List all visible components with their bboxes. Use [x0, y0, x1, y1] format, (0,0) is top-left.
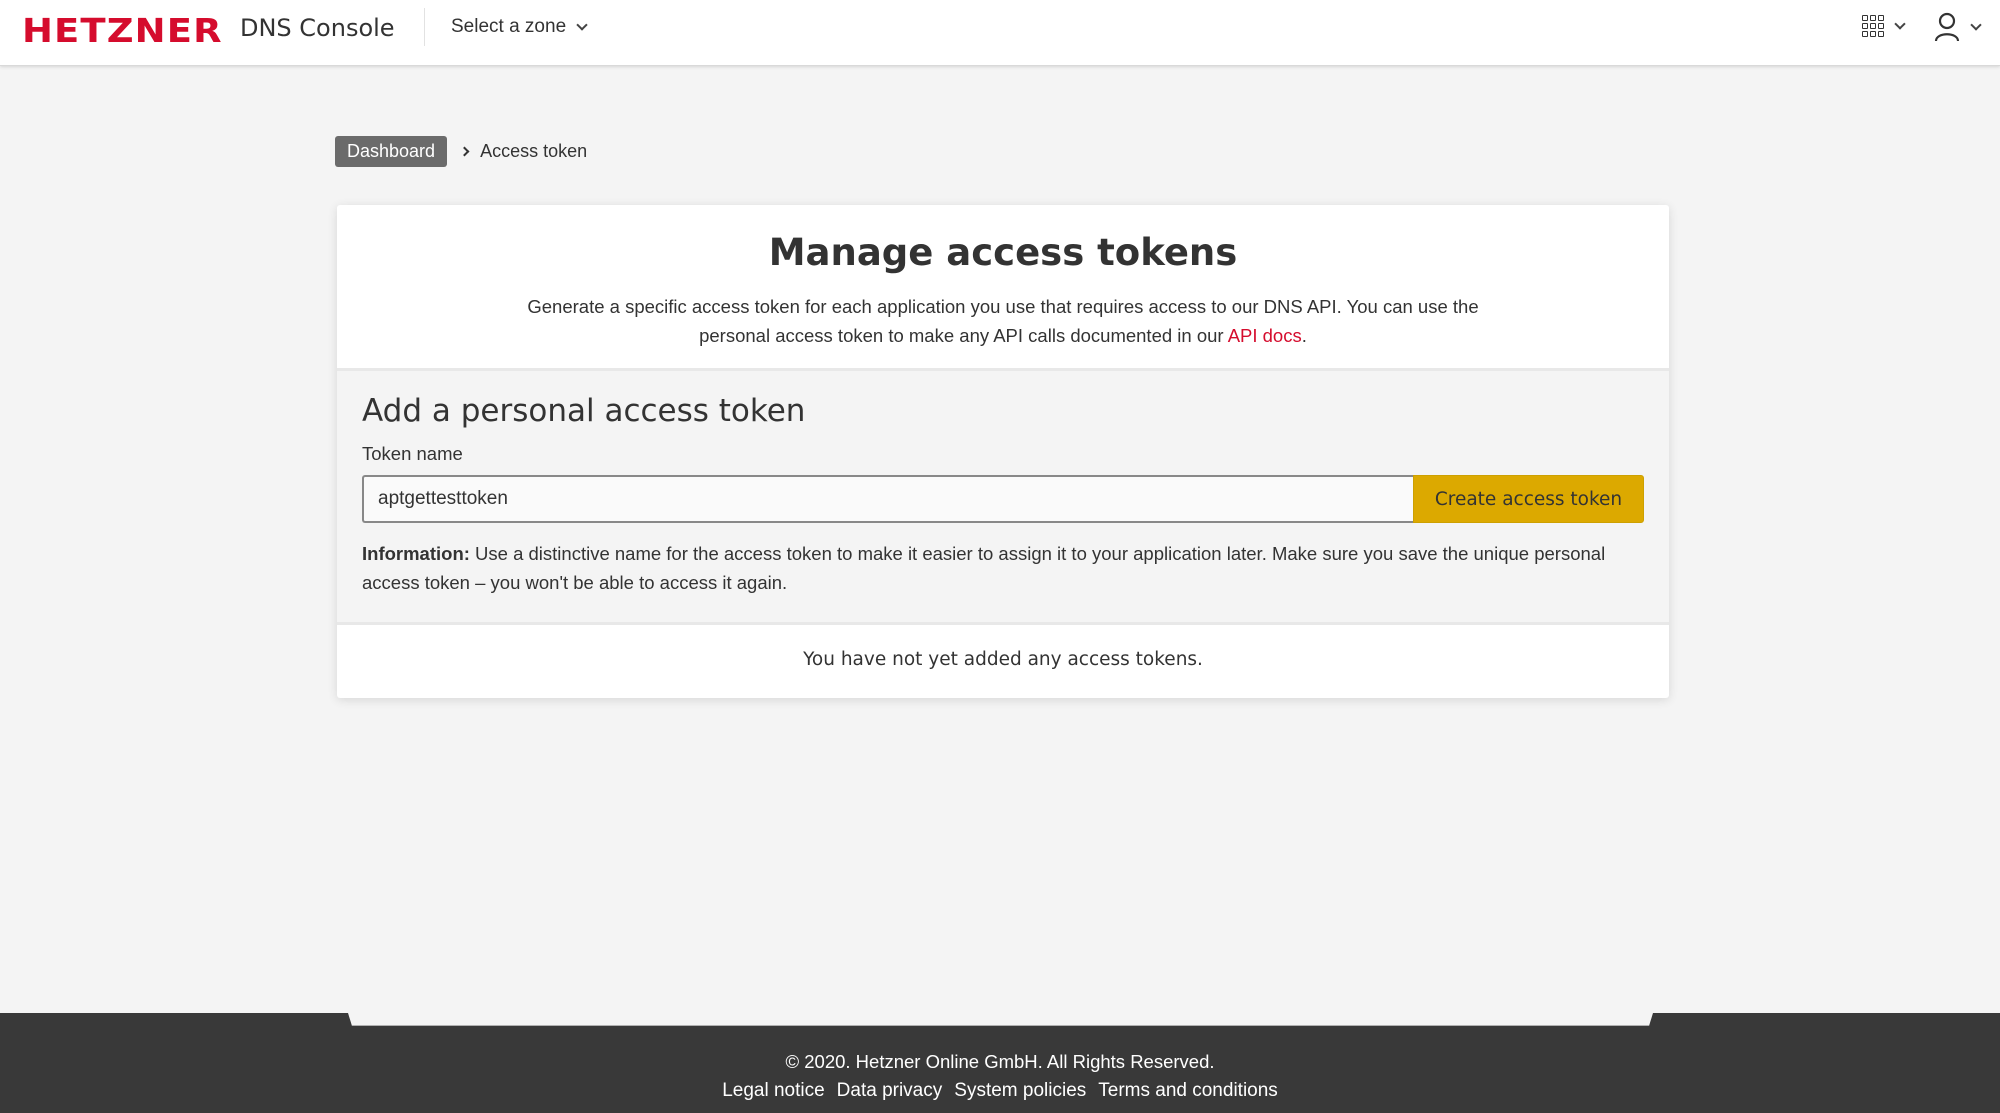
header-divider: [424, 8, 425, 46]
user-icon: [1934, 12, 1960, 42]
top-navbar: HETZNER DNS Console Select a zone: [0, 0, 2000, 66]
grid-icon: [1862, 15, 1884, 37]
card-header: Manage access tokens Generate a specific…: [337, 205, 1669, 371]
footer-link-system-policies[interactable]: System policies: [954, 1080, 1086, 1102]
token-name-label: Token name: [362, 443, 463, 464]
chevron-down-icon: [1894, 17, 1906, 30]
information-text: Use a distinctive name for the access to…: [362, 543, 1606, 593]
section-title: Add a personal access token: [362, 393, 806, 429]
chevron-down-icon: [1970, 18, 1982, 31]
chevron-right-icon: [459, 146, 470, 157]
footer-links: Legal notice Data privacy System policie…: [0, 1080, 2000, 1102]
access-token-card: Manage access tokens Generate a specific…: [337, 205, 1669, 698]
create-access-token-button[interactable]: Create access token: [1413, 475, 1644, 523]
page-description: Generate a specific access token for eac…: [503, 292, 1503, 350]
footer-link-data-privacy[interactable]: Data privacy: [837, 1080, 943, 1102]
hetzner-logo[interactable]: HETZNER: [22, 11, 223, 50]
add-token-section: Add a personal access token Token name C…: [337, 371, 1669, 625]
token-list: You have not yet added any access tokens…: [337, 625, 1669, 698]
breadcrumb-dashboard[interactable]: Dashboard: [335, 136, 448, 167]
information-label: Information:: [362, 543, 470, 564]
apps-menu-button[interactable]: [1862, 15, 1906, 37]
chevron-down-icon: [576, 18, 588, 31]
breadcrumb-current: Access token: [480, 141, 588, 161]
token-form-row: Create access token: [362, 475, 1644, 523]
page-title: Manage access tokens: [768, 231, 1238, 274]
token-name-input[interactable]: [362, 475, 1413, 523]
description-text: Generate a specific access token for eac…: [527, 296, 1479, 346]
footer-notch-decoration: [348, 1013, 1653, 1026]
empty-state-message: You have not yet added any access tokens…: [803, 649, 1203, 670]
footer-link-terms[interactable]: Terms and conditions: [1098, 1080, 1278, 1102]
api-docs-link[interactable]: API docs: [1228, 325, 1302, 346]
information-note: Information: Use a distinctive name for …: [362, 539, 1644, 597]
copyright-text: © 2020. Hetzner Online GmbH. All Rights …: [785, 1051, 1215, 1072]
zone-select-label: Select a zone: [451, 16, 567, 37]
product-name[interactable]: DNS Console: [240, 14, 395, 42]
breadcrumb: Dashboard Access token: [335, 136, 587, 167]
footer-link-legal-notice[interactable]: Legal notice: [722, 1080, 824, 1102]
zone-select-dropdown[interactable]: Select a zone: [451, 16, 588, 38]
description-end: .: [1301, 325, 1307, 346]
user-menu-button[interactable]: [1934, 12, 1982, 42]
